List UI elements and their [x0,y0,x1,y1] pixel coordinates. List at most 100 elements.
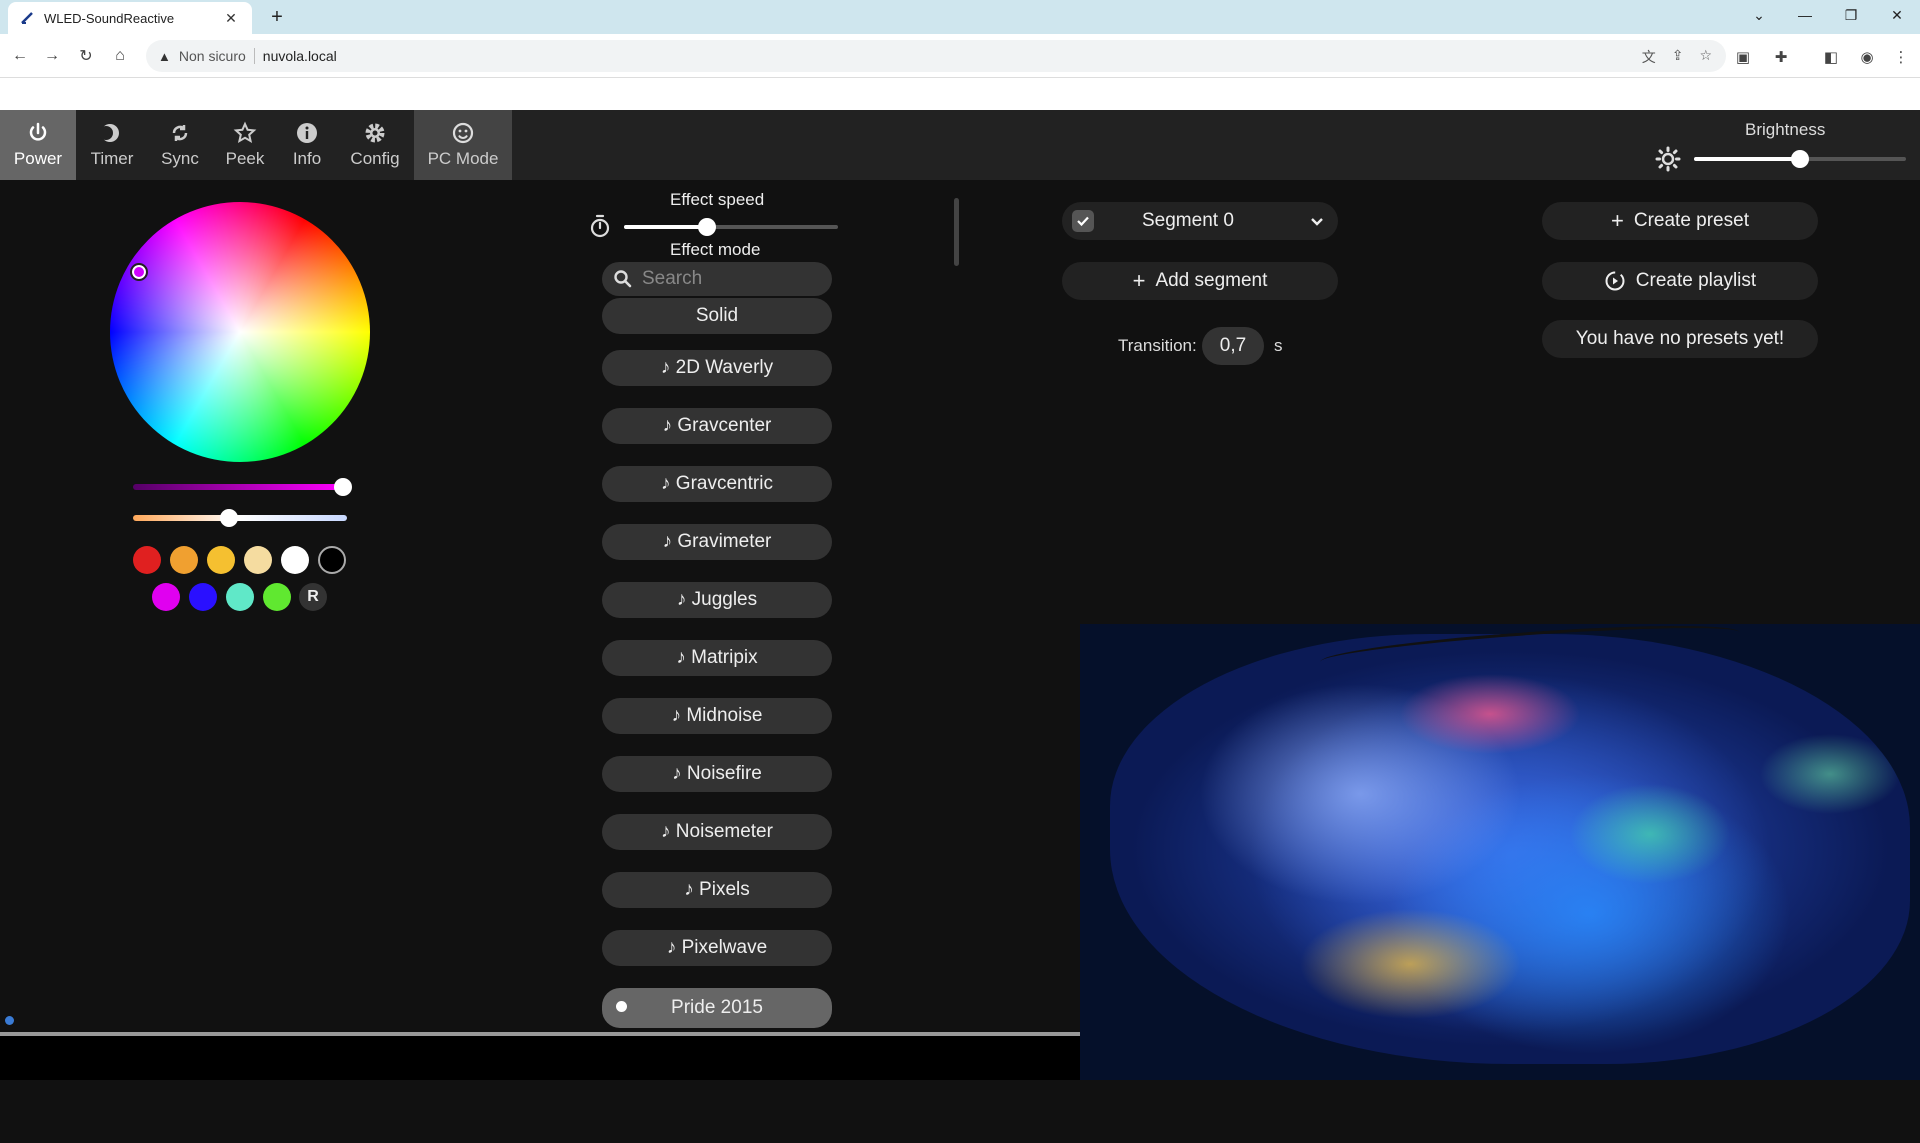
effect-search-box[interactable] [602,262,832,296]
address-bar[interactable]: ▲ Non sicuro nuvola.local 文 ⇪ ☆ [146,40,1726,72]
effect-item-label: ♪ Juggles [676,589,758,610]
warning-icon: ▲ [158,48,171,64]
brightness-slider-fill [1694,157,1800,161]
forward-button[interactable]: → [40,44,64,68]
nav-info[interactable]: Info [278,110,336,180]
effect-search-input[interactable] [642,268,812,290]
brightness-sun-icon[interactable] [1655,146,1681,172]
chevron-down-icon[interactable] [1308,212,1326,230]
effect-item[interactable]: ♪ Gravcentric [602,466,832,502]
not-secure-label[interactable]: Non sicuro [179,48,246,64]
effect-item-label: ♪ Noisemeter [661,821,773,842]
extension-icon[interactable]: ▣ [1732,46,1754,68]
brightness-slider[interactable] [1694,150,1906,168]
bookmark-star-icon[interactable]: ☆ [1699,47,1712,67]
create-preset-label: Create preset [1633,210,1749,231]
effect-item[interactable]: ♪ Gravimeter [602,524,832,560]
minimize-button[interactable]: ― [1782,0,1828,30]
new-tab-button[interactable]: + [264,6,290,28]
nav-power[interactable]: Power [0,110,76,180]
moon-icon [100,124,119,142]
effect-item[interactable]: ♪ Juggles [602,582,832,618]
random-color-button[interactable]: R [299,583,327,611]
color-swatch[interactable] [170,546,198,574]
browser-menu-icon[interactable]: ⋮ [1890,46,1912,68]
nav-config[interactable]: Config [336,110,414,180]
segment-selector[interactable]: Segment 0 [1062,202,1338,240]
side-panel-icon[interactable]: ◧ [1820,46,1842,68]
transition-label: Transition: [1118,336,1197,355]
color-value-slider-thumb[interactable] [334,478,352,496]
color-swatch[interactable] [244,546,272,574]
color-value-slider[interactable] [133,478,352,496]
effect-item-label: ♪ Noisefire [672,763,762,784]
add-segment-label: Add segment [1155,270,1268,291]
segment-checkbox[interactable] [1072,210,1094,232]
url-text[interactable]: nuvola.local [263,48,337,64]
effect-item[interactable]: ♪ Midnoise [602,698,832,734]
effect-item-label: ♪ Gravcentric [661,473,773,494]
effect-item[interactable]: Solid [602,298,832,334]
color-wheel-handle[interactable] [130,263,148,281]
tab-search-icon[interactable]: ⌄ [1736,0,1782,30]
transition-input[interactable] [1202,327,1264,365]
nav-peek[interactable]: Peek [212,110,278,180]
tab-title: WLED-SoundReactive [44,10,175,26]
create-playlist-button[interactable]: Create playlist [1542,262,1818,300]
effect-item-label: ♪ Gravimeter [662,531,772,552]
wled-app: Power Timer Sync Peek Info Config PC Mod… [0,110,1920,1080]
effect-item[interactable]: ♪ Noisemeter [602,814,832,850]
playlist-icon [1605,271,1625,291]
browser-tab[interactable]: WLED-SoundReactive ✕ [8,2,252,34]
color-swatch[interactable] [189,583,217,611]
home-button[interactable]: ⌂ [108,44,132,68]
tab-close-button[interactable]: ✕ [222,10,240,27]
effect-item[interactable]: Pride 2015 [602,988,832,1028]
color-wheel[interactable] [110,202,370,462]
effect-speed-slider[interactable] [624,218,838,236]
nav-pc-mode[interactable]: PC Mode [414,110,512,180]
color-swatch[interactable] [207,546,235,574]
reload-button[interactable]: ↻ [74,44,98,68]
color-swatch[interactable] [226,583,254,611]
effect-item[interactable]: ♪ Matripix [602,640,832,676]
nav-sync-label: Sync [161,149,199,168]
browser-toolbar: ← → ↻ ⌂ ▲ Non sicuro nuvola.local 文 ⇪ ☆ … [0,34,1920,78]
share-icon[interactable]: ⇪ [1672,47,1684,67]
transition-unit: s [1274,336,1283,355]
nav-timer[interactable]: Timer [76,110,148,180]
effect-item[interactable]: ♪ Noisefire [602,756,832,792]
effect-item-label: ♪ Matripix [676,647,758,668]
color-temperature-slider-thumb[interactable] [220,509,239,527]
restore-button[interactable]: ❐ [1828,0,1874,30]
omnibox-separator [253,48,255,64]
close-window-button[interactable]: ✕ [1874,0,1920,30]
effect-item-label: Pride 2015 [671,997,763,1018]
nav-sync[interactable]: Sync [148,110,212,180]
color-swatch[interactable] [133,546,161,574]
effect-item[interactable]: ♪ Pixelwave [602,930,832,966]
top-nav: Power Timer Sync Peek Info Config PC Mod… [0,110,1920,180]
add-segment-button[interactable]: + Add segment [1062,262,1338,300]
color-swatch[interactable] [263,583,291,611]
effect-speed-slider-thumb[interactable] [698,218,717,236]
create-preset-button[interactable]: + Create preset [1542,202,1818,240]
color-swatch[interactable] [318,546,346,574]
color-swatch[interactable] [152,583,180,611]
back-button[interactable]: ← [8,44,32,68]
translate-icon[interactable]: 文 [1642,47,1656,67]
panel-scrollbar[interactable] [954,198,959,266]
effect-item[interactable]: ♪ 2D Waverly [602,350,832,386]
puzzle-extensions-icon[interactable]: ✚ [1770,46,1792,68]
brightness-slider-thumb[interactable] [1791,150,1809,168]
smiley-icon [452,122,474,144]
info-icon [297,123,317,143]
profile-avatar-icon[interactable]: ◉ [1856,46,1878,68]
effect-item-label: ♪ 2D Waverly [660,357,774,378]
color-swatch[interactable] [281,546,309,574]
effect-item[interactable]: ♪ Gravcenter [602,408,832,444]
page-top-spacer [0,78,1920,110]
effect-item[interactable]: ♪ Pixels [602,872,832,908]
color-temperature-slider[interactable] [133,509,347,527]
nav-peek-label: Peek [225,149,265,168]
